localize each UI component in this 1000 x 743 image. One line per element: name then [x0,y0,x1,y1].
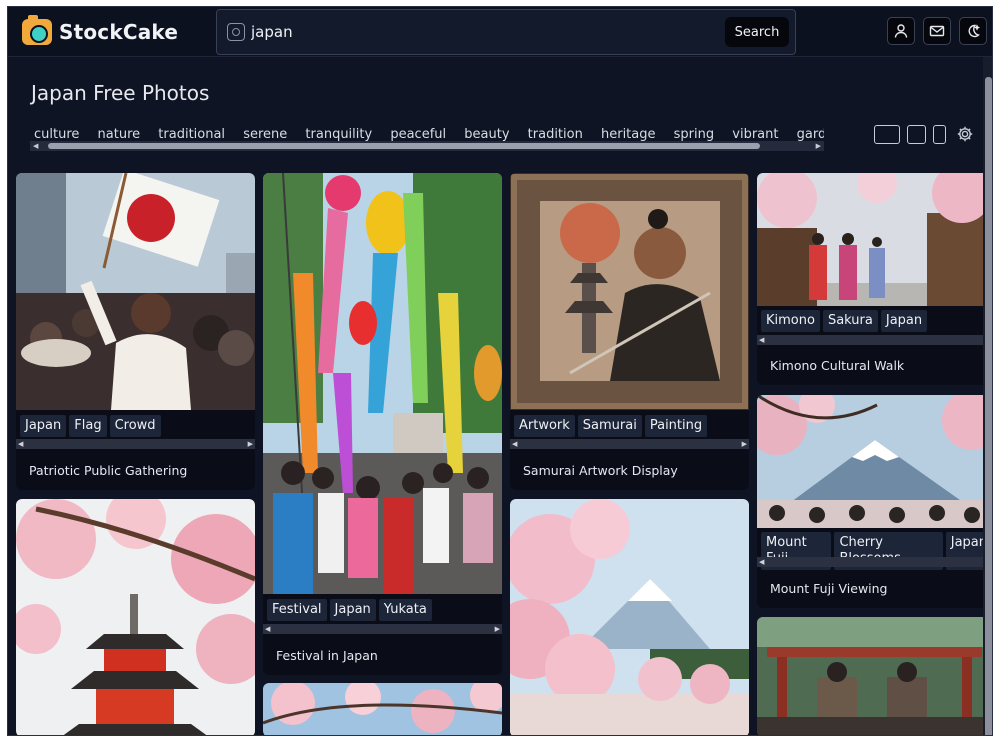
photo-card[interactable]: Festival Japan Yukata ◀ ▶ Festival in Jap… [263,173,502,675]
contact-button[interactable] [923,17,951,45]
layout-tall-button[interactable] [933,125,946,144]
tag-link[interactable]: culture [34,127,79,142]
scroll-right-icon[interactable]: ▶ [816,142,821,150]
layout-wide-button[interactable] [874,125,900,144]
theme-toggle-icon [968,24,981,38]
tag-link[interactable]: peaceful [390,127,446,142]
tag-link[interactable]: traditional [158,127,225,142]
card-tag[interactable]: Yukata [378,599,432,621]
top-bar: StockCake Search [8,7,992,57]
app-window: StockCake Search Japan Free Photos cultu… [7,6,993,736]
card-tag[interactable]: Samurai [577,415,642,437]
card-tag[interactable]: Japan [329,599,376,621]
user-icon [894,24,908,38]
card-tag-scrollbar[interactable]: ◀▶ [16,439,255,449]
tag-link[interactable]: garden [797,127,824,142]
photo-kimono-walk[interactable] [757,173,992,306]
photo-card[interactable]: Mount Fuji Cherry Blossoms Japan ◀▶ Moun… [757,395,992,608]
photo-samurai-artwork[interactable] [510,173,749,410]
photo-festival-japan[interactable] [263,173,502,594]
page-scroll-thumb[interactable] [985,77,992,735]
photo-card[interactable] [16,499,255,736]
tag-link[interactable]: beauty [464,127,509,142]
card-tag[interactable]: Flag [69,415,107,437]
card-tag[interactable]: Painting [644,415,708,437]
card-tag-scrollbar[interactable]: ◀▶ [510,439,749,449]
card-caption[interactable]: Kimono Cultural Walk [770,358,904,373]
card-caption[interactable]: Mount Fuji Viewing [770,581,888,596]
card-tags: Japan Flag Crowd [20,415,161,437]
card-caption[interactable]: Festival in Japan [276,648,378,663]
tag-link[interactable]: serene [243,127,287,142]
card-tag[interactable]: Japan [20,415,67,437]
photo-card[interactable] [757,617,992,736]
photo-card[interactable]: Kimono Sakura Japan ◀▶ Kimono Cultural W… [757,173,992,385]
card-tag[interactable]: Festival [267,599,327,621]
card-tags: Kimono Sakura Japan [761,310,928,332]
photo-card[interactable]: Artwork Samurai Painting ◀ ▶ Samurai Artw… [510,173,749,490]
photo-fuji-sakura-path[interactable] [510,499,749,736]
card-tag-scrollbar[interactable]: ◀▶ [263,624,502,634]
mail-icon [929,25,945,37]
photo-card[interactable] [263,683,502,736]
card-tag[interactable]: Sakura [822,310,878,332]
card-tag[interactable]: Japan [880,310,928,332]
card-tag-scrollbar[interactable]: ◀▶ [757,557,992,567]
account-button[interactable] [887,17,915,45]
app-name: StockCake [59,20,179,44]
photo-pagoda-blossoms[interactable] [16,499,255,736]
logo[interactable]: StockCake [22,15,179,47]
tag-link[interactable]: spring [674,127,714,142]
search-button[interactable]: Search [725,17,789,47]
photo-patriotic-gathering[interactable] [16,173,255,410]
scroll-left-icon[interactable]: ◀ [33,142,38,150]
photo-cherry-branches[interactable] [263,683,502,736]
photo-card[interactable]: Japan Flag Crowd ◀ ▶ Patriotic Public Gat… [16,173,255,490]
card-tags: Artwork Samurai Painting [514,415,708,437]
theme-toggle-button[interactable] [959,17,987,45]
camera-logo-icon [22,15,52,45]
tag-link[interactable]: nature [98,127,141,142]
tag-scroll-thumb[interactable] [48,143,760,149]
settings-icon[interactable] [956,125,974,143]
tag-link[interactable]: tradition [528,127,583,142]
search-icon [227,23,245,41]
search-bar: Search [216,9,796,55]
card-tag[interactable]: Artwork [514,415,575,437]
card-caption[interactable]: Samurai Artwork Display [523,463,678,478]
photo-mount-fuji[interactable] [757,395,992,528]
photo-temple-visitors[interactable] [757,617,992,736]
tag-link[interactable]: heritage [601,127,656,142]
search-input[interactable] [251,18,711,46]
card-caption[interactable]: Patriotic Public Gathering [29,463,187,478]
layout-square-button[interactable] [907,125,926,144]
card-tag[interactable]: Crowd [109,415,161,437]
tag-link[interactable]: tranquility [305,127,372,142]
page-title: Japan Free Photos [31,81,210,105]
tag-link[interactable]: vibrant [732,127,778,142]
card-tag-scrollbar[interactable]: ◀▶ [757,335,992,345]
page-scrollbar[interactable] [983,57,992,735]
tag-scrollbar[interactable]: ◀ ▶ [30,141,824,151]
card-tags: Festival Japan Yukata [267,599,432,621]
card-tag[interactable]: Kimono [761,310,820,332]
photo-card[interactable] [510,499,749,736]
